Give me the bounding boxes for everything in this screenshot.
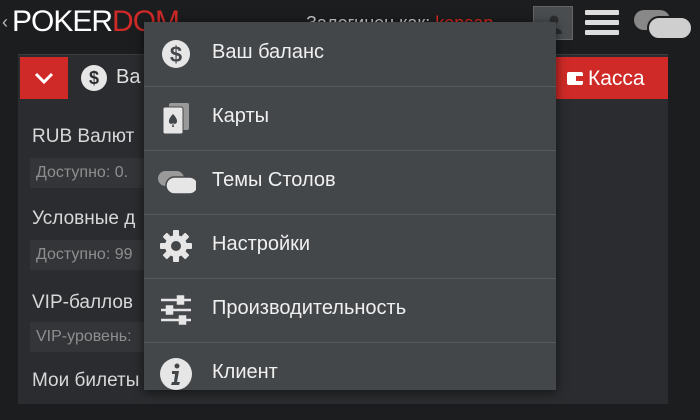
- menu-item-label: Клиент: [212, 361, 278, 383]
- tables-icon: [634, 10, 693, 40]
- menu-item-client[interactable]: Клиент: [144, 342, 556, 390]
- wallet-icon: [567, 72, 583, 85]
- menu-item-label: Карты: [212, 105, 269, 127]
- hamburger-menu-button[interactable]: [585, 8, 621, 38]
- back-chevron-icon[interactable]: ‹: [2, 12, 8, 33]
- svg-text:$: $: [170, 42, 182, 67]
- table-themes-icon: [158, 171, 196, 195]
- gear-icon: [160, 230, 192, 262]
- menu-item-balance[interactable]: $ Ваш баланс: [144, 22, 556, 87]
- collapse-toggle-button[interactable]: [20, 57, 68, 99]
- hamburger-bar: [585, 20, 619, 25]
- hamburger-bar: [585, 10, 619, 15]
- balance-label: Ва: [116, 66, 141, 88]
- logo-part-poker: POKER: [12, 5, 113, 38]
- sliders-icon: [161, 295, 191, 325]
- rub-currency-title: RUB Валют: [32, 126, 135, 147]
- chevron-down-icon: [34, 72, 54, 85]
- menu-item-settings[interactable]: Настройки: [144, 214, 556, 279]
- menu-item-label: Производительность: [212, 297, 407, 319]
- menu-item-label: Темы Столов: [212, 169, 336, 191]
- kassa-label: Касса: [588, 67, 645, 90]
- menu-item-performance[interactable]: Производительность: [144, 278, 556, 343]
- info-icon: [160, 358, 192, 390]
- conditional-currency-title: Условные д: [32, 208, 136, 229]
- svg-text:$: $: [89, 68, 99, 88]
- kassa-button[interactable]: Касса: [554, 57, 668, 99]
- vip-points-title: VIP-баллов: [32, 292, 134, 313]
- menu-item-table-themes[interactable]: Темы Столов: [144, 150, 556, 215]
- dollar-coin-icon: $: [162, 40, 190, 68]
- menu-item-cards[interactable]: Карты: [144, 86, 556, 151]
- cards-icon: [162, 103, 189, 135]
- my-tickets-title: Мои билеты: [32, 370, 140, 391]
- tables-button[interactable]: [632, 8, 696, 45]
- dollar-coin-icon: $: [81, 65, 107, 91]
- main-dropdown-menu: $ Ваш баланс Карты Темы Столов Настройки…: [144, 22, 556, 390]
- hamburger-bar: [585, 30, 619, 35]
- menu-item-label: Ваш баланс: [212, 41, 325, 63]
- menu-item-label: Настройки: [212, 233, 311, 255]
